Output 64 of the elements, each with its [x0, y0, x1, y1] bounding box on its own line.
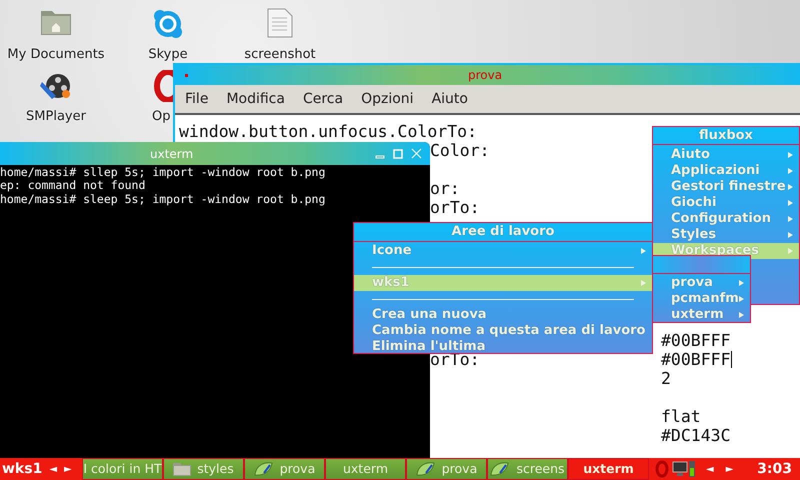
menu-item[interactable]: Applicazioni: [653, 163, 799, 179]
icon-label[interactable]: screenshot: [244, 47, 316, 62]
task-button[interactable]: prova: [244, 458, 325, 480]
code-line: window.button.unfocus.ColorTo:: [179, 122, 478, 141]
icon-label[interactable]: Skype: [148, 47, 188, 62]
task-button[interactable]: uxterm: [568, 458, 649, 480]
window-title: prova: [468, 67, 502, 84]
ring-icon[interactable]: [655, 460, 669, 478]
menu-item[interactable]: Elimina l'ultima: [354, 339, 652, 355]
workspace-name[interactable]: wks1: [2, 458, 42, 480]
menu-item[interactable]: Configuration: [653, 211, 799, 227]
icon-label[interactable]: My Documents: [7, 47, 105, 62]
clock: 3:03: [757, 460, 792, 478]
next-button[interactable]: ►: [64, 462, 72, 476]
previous-button[interactable]: ◄: [49, 462, 58, 476]
close-icon[interactable]: [411, 148, 422, 159]
code-line: #00BFFF: [661, 350, 731, 369]
task-button[interactable]: styles: [163, 458, 244, 480]
leaf-icon: [416, 461, 436, 477]
maximize-icon[interactable]: [393, 148, 403, 158]
icon-label[interactable]: Op: [152, 109, 170, 124]
menu-item[interactable]: Styles: [653, 227, 799, 243]
computer-icon[interactable]: [672, 460, 696, 478]
menu-item[interactable]: Aiuto: [653, 147, 799, 163]
menu-title: fluxbox: [653, 127, 799, 145]
next-button[interactable]: ►: [726, 462, 734, 476]
previous-button[interactable]: ◄: [706, 462, 714, 476]
code-line: flat: [661, 407, 701, 426]
task-button[interactable]: I colori in HT: [82, 458, 163, 480]
folder-icon: [173, 462, 192, 476]
code-line: #DC143C: [661, 426, 731, 445]
terminal-line: home/massi# sllep 5s; import -window root b.png: [0, 166, 326, 180]
menu-item[interactable]: Gestori finestre: [653, 179, 799, 195]
document-icon: [267, 8, 293, 38]
menu-item[interactable]: Aiuto: [432, 88, 468, 110]
menu-item[interactable]: Modifica: [226, 88, 285, 110]
menu-item[interactable]: uxterm: [653, 307, 750, 323]
menu-item[interactable]: Cambia nome a questa area di lavoro: [354, 323, 652, 339]
menu-title: Aree di lavoro: [354, 223, 652, 242]
window-menu-icon[interactable]: [185, 74, 188, 76]
menu-item[interactable]: File: [185, 88, 208, 110]
terminal-line: home/massi# sleep 5s; import -window root b.png: [0, 192, 326, 206]
code-line: orTo:: [430, 198, 480, 217]
code-line: #00BFFF: [661, 331, 731, 350]
menu-item[interactable]: prova: [653, 275, 750, 291]
menu-item[interactable]: Icone: [354, 243, 652, 259]
folder-icon: [40, 8, 72, 36]
task-button[interactable]: prova: [406, 458, 487, 480]
code-line: or:: [430, 179, 460, 198]
icon-label[interactable]: SMPlayer: [26, 109, 86, 124]
menu-item[interactable]: Crea una nuova: [354, 307, 652, 323]
menu-item[interactable]: Opzioni: [361, 88, 414, 110]
cloud-icon: [152, 8, 184, 40]
code-line: 2: [661, 369, 671, 388]
menu-item[interactable]: Cerca: [302, 88, 344, 110]
code-line: Color:: [430, 141, 490, 160]
menu-item[interactable]: Giochi: [653, 195, 799, 211]
task-button[interactable]: screens: [487, 458, 568, 480]
task-button[interactable]: uxterm: [325, 458, 406, 480]
window-title: uxterm: [150, 146, 194, 162]
terminal-line: ep: command not found: [0, 179, 146, 193]
leaf-icon: [254, 461, 274, 477]
leaf-icon: [490, 461, 510, 477]
menu-item[interactable]: pcmanfm: [653, 291, 750, 307]
